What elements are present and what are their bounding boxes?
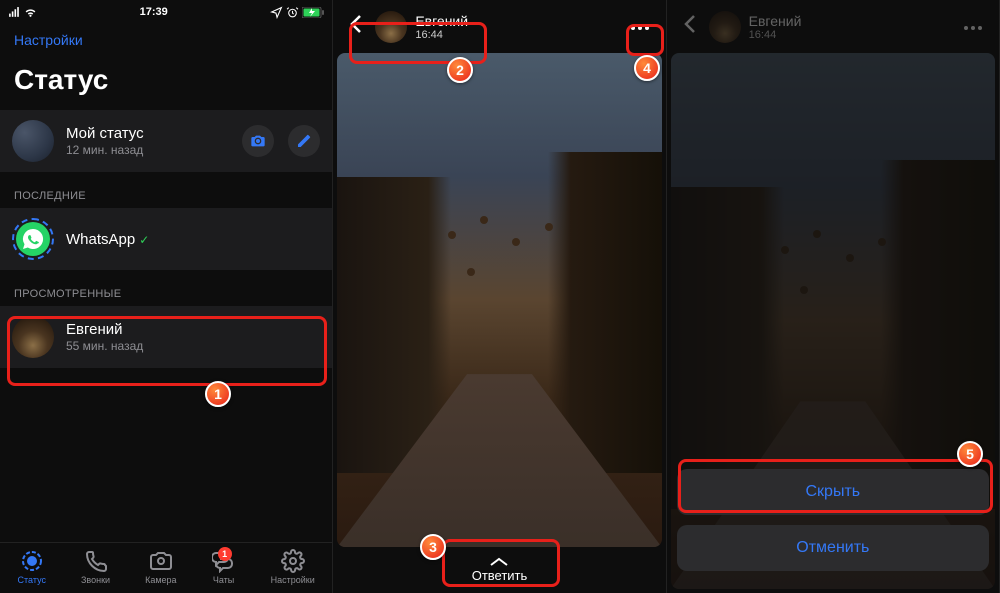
status-bar: 17:39: [0, 0, 332, 24]
whatsapp-status-row[interactable]: WhatsApp✓: [0, 208, 332, 270]
my-status-row[interactable]: Мой статус 12 мин. назад: [0, 110, 332, 172]
whatsapp-icon: [21, 227, 45, 251]
story-user-name: Евгений: [415, 13, 617, 29]
section-recent: ПОСЛЕДНИЕ: [0, 172, 332, 208]
alarm-icon: [286, 6, 299, 19]
signal-icon: [8, 6, 21, 19]
story-header-dimmed: Евгений 16:44: [667, 0, 999, 53]
battery-icon: [302, 7, 324, 18]
section-viewed: ПРОСМОТРЕННЫЕ: [0, 270, 332, 306]
chats-badge: 1: [218, 547, 232, 561]
tab-calls[interactable]: Звонки: [81, 549, 110, 585]
statusbar-time: 17:39: [140, 6, 168, 18]
more-horizontal-icon: [963, 25, 983, 31]
gear-icon: [281, 549, 305, 573]
story-content-image[interactable]: [337, 53, 661, 547]
chevron-left-icon: [683, 14, 697, 34]
edit-button[interactable]: [288, 125, 320, 157]
story-avatar-dimmed: [709, 11, 741, 43]
tutorial-composite: 17:39 Настройки Статус Мой статус 12 мин…: [0, 0, 1000, 593]
camera-tab-icon: [149, 549, 173, 573]
status-circle-icon: [20, 549, 44, 573]
pencil-icon: [296, 133, 312, 149]
camera-icon: [250, 133, 266, 149]
chevron-left-icon: [349, 14, 363, 34]
cancel-button[interactable]: Отменить: [677, 525, 989, 571]
camera-button[interactable]: [242, 125, 274, 157]
verified-icon: ✓: [139, 233, 149, 247]
evgeniy-avatar: [12, 316, 54, 358]
my-status-avatar: [12, 120, 54, 162]
whatsapp-name: WhatsApp✓: [66, 231, 320, 248]
wifi-icon: [24, 6, 37, 19]
story-avatar: [375, 11, 407, 43]
tab-camera[interactable]: Камера: [145, 549, 176, 585]
back-button-dimmed: [679, 10, 701, 43]
phone-action-sheet: Евгений 16:44 Скрыть Отменить: [667, 0, 1000, 593]
my-status-time: 12 мин. назад: [66, 143, 242, 157]
more-horizontal-icon: [630, 25, 650, 31]
story-timestamp: 16:44: [415, 29, 617, 41]
settings-back-link[interactable]: Настройки: [0, 24, 332, 56]
evgeniy-time: 55 мин. назад: [66, 339, 320, 353]
tab-status[interactable]: Статус: [18, 549, 46, 585]
more-options-dimmed: [959, 12, 987, 42]
location-arrow-icon: [270, 6, 283, 19]
more-options-button[interactable]: [626, 12, 654, 42]
phone-story-viewer: Евгений 16:44 Ответить: [333, 0, 666, 593]
evgeniy-status-row[interactable]: Евгений 55 мин. назад: [0, 306, 332, 368]
phone-status-list: 17:39 Настройки Статус Мой статус 12 мин…: [0, 0, 333, 593]
story-header: Евгений 16:44: [333, 0, 665, 53]
evgeniy-name: Евгений: [66, 321, 320, 338]
whatsapp-avatar-ring: [12, 218, 54, 260]
tab-settings[interactable]: Настройки: [271, 549, 315, 585]
hide-button[interactable]: Скрыть: [677, 469, 989, 515]
my-status-name: Мой статус: [66, 125, 242, 142]
chevron-up-icon: [489, 557, 509, 567]
page-title: Статус: [0, 56, 332, 110]
phone-icon: [84, 549, 108, 573]
tab-bar: Статус Звонки Камера 1 Чаты Настройки: [0, 542, 332, 593]
tab-chats[interactable]: 1 Чаты: [212, 549, 236, 585]
back-button[interactable]: [345, 10, 367, 43]
reply-button[interactable]: Ответить: [333, 551, 665, 593]
action-sheet: Скрыть Отменить: [677, 469, 989, 581]
